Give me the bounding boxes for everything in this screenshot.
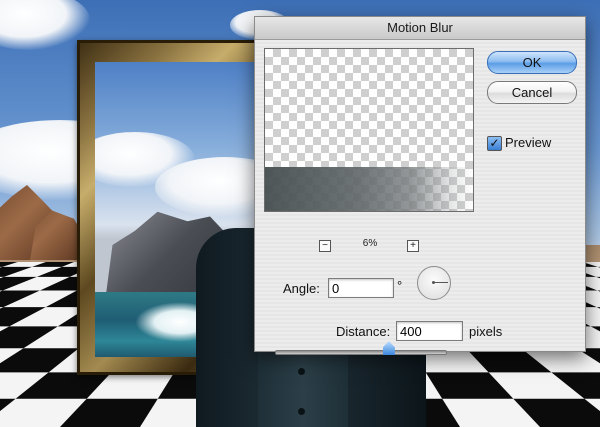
ok-button[interactable]: OK (487, 51, 577, 74)
angle-dial-center (432, 281, 435, 284)
distance-label: Distance: (336, 324, 391, 339)
shirt-button (298, 408, 305, 415)
zoom-out-button[interactable]: − (319, 240, 331, 252)
preview-pane[interactable] (264, 48, 474, 212)
shirt-front (258, 350, 348, 427)
angle-dial-indicator (434, 282, 448, 283)
shirt-button (298, 368, 305, 375)
angle-dial[interactable] (417, 266, 451, 300)
preview-checkbox[interactable]: ✓ (487, 136, 502, 151)
zoom-level: 6% (362, 238, 378, 249)
angle-degree-unit: ° (397, 278, 403, 293)
cancel-button[interactable]: Cancel (487, 81, 577, 104)
cloud (155, 157, 270, 217)
motion-blur-dialog: Motion Blur − 6% + OK Cancel ✓ Preview A… (254, 16, 586, 355)
distance-unit: pixels (469, 324, 503, 339)
preview-checkbox-label: Preview (505, 135, 552, 150)
angle-input[interactable] (328, 278, 394, 298)
distance-slider-thumb[interactable] (382, 341, 395, 355)
angle-label: Angle: (283, 281, 320, 296)
distance-input[interactable] (396, 321, 463, 341)
dialog-title: Motion Blur (255, 17, 585, 40)
distance-slider-track[interactable] (275, 350, 447, 355)
zoom-in-button[interactable]: + (407, 240, 419, 252)
dialog-body: − 6% + OK Cancel ✓ Preview Angle: ° Dist… (255, 40, 585, 355)
preview-blurred-content (265, 167, 473, 211)
